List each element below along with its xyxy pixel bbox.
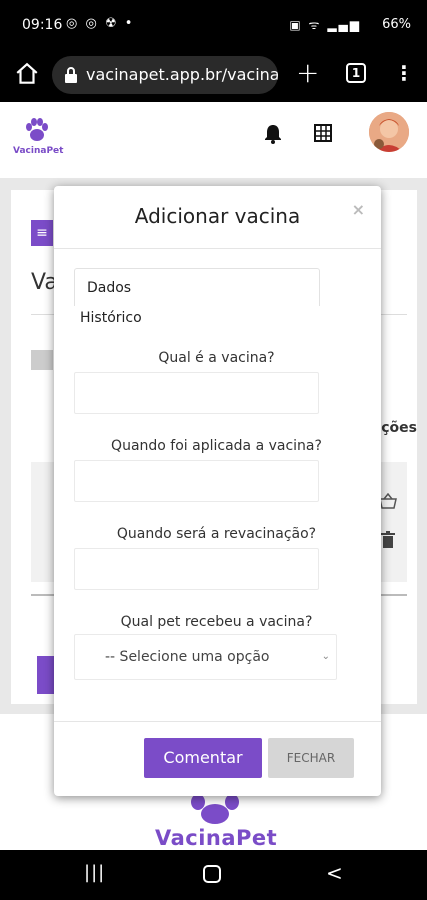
- footer-brand: VacinaPet: [155, 826, 278, 850]
- basket-icon[interactable]: [379, 493, 397, 509]
- close-icon[interactable]: ×: [352, 200, 365, 219]
- tab-historico[interactable]: Histórico: [80, 310, 142, 326]
- modal-title: Adicionar vacina: [134, 204, 301, 228]
- home-button[interactable]: [203, 865, 221, 883]
- browser-toolbar: vacinapet.app.br/vacina + 1 ⋮: [0, 50, 427, 102]
- tab-dados[interactable]: Dados: [87, 280, 131, 296]
- back-button[interactable]: <: [326, 861, 343, 885]
- battery-level: 66%: [382, 17, 411, 32]
- hamburger-button[interactable]: ≡: [31, 220, 53, 246]
- close-button[interactable]: FECHAR: [268, 738, 354, 778]
- column-header-opcoes: ções: [381, 420, 417, 436]
- home-icon[interactable]: [14, 61, 40, 87]
- status-bar: 09:16 ◎ ◎ ☢ • ▣ ᯤ ▂▄▆ 66%: [0, 0, 427, 50]
- avatar[interactable]: [369, 112, 409, 152]
- url-text: vacinapet.app.br/vacina: [86, 65, 278, 84]
- system-nav-bar: ||| <: [0, 850, 427, 900]
- pet-label: Qual pet recebeu a vacina?: [120, 614, 313, 630]
- bell-icon[interactable]: [264, 124, 282, 144]
- comment-button[interactable]: Comentar: [144, 738, 262, 778]
- browser-menu-button[interactable]: ⋮: [394, 61, 414, 85]
- recents-button[interactable]: |||: [84, 862, 105, 883]
- chevron-down-icon: ⌄: [321, 651, 330, 662]
- signal-icons: ▣ ᯤ ▂▄▆: [289, 18, 361, 32]
- vaccine-name-input[interactable]: [74, 372, 319, 414]
- address-bar[interactable]: vacinapet.app.br/vacina: [52, 56, 278, 94]
- notification-icons: ◎ ◎ ☢ •: [66, 16, 135, 31]
- revaccination-date-label: Quando será a revacinação?: [116, 526, 317, 542]
- applied-date-label: Quando foi aplicada a vacina?: [111, 438, 322, 454]
- status-time: 09:16: [22, 17, 63, 33]
- pet-select[interactable]: -- Selecione uma opção ⌄: [74, 634, 337, 680]
- trash-icon[interactable]: [381, 531, 395, 549]
- new-tab-button[interactable]: +: [296, 56, 319, 89]
- logo-text: VacinaPet: [13, 146, 64, 156]
- paw-logo-icon[interactable]: [24, 118, 50, 142]
- add-vaccine-modal: Adicionar vacina × Dados Histórico Qual …: [54, 186, 381, 796]
- lock-icon: [65, 67, 77, 83]
- app-header: VacinaPet: [0, 102, 427, 178]
- pet-select-value: -- Selecione uma opção: [105, 649, 270, 665]
- avatar-illustration-icon: [369, 112, 409, 152]
- filter-icon[interactable]: [31, 350, 53, 370]
- divider: [54, 248, 381, 249]
- applied-date-input[interactable]: [74, 460, 319, 502]
- tab-switcher-button[interactable]: 1: [346, 63, 366, 83]
- vaccine-name-label: Qual é a vacina?: [158, 350, 275, 366]
- revaccination-date-input[interactable]: [74, 548, 319, 590]
- divider: [54, 721, 381, 722]
- table-icon[interactable]: [314, 124, 332, 142]
